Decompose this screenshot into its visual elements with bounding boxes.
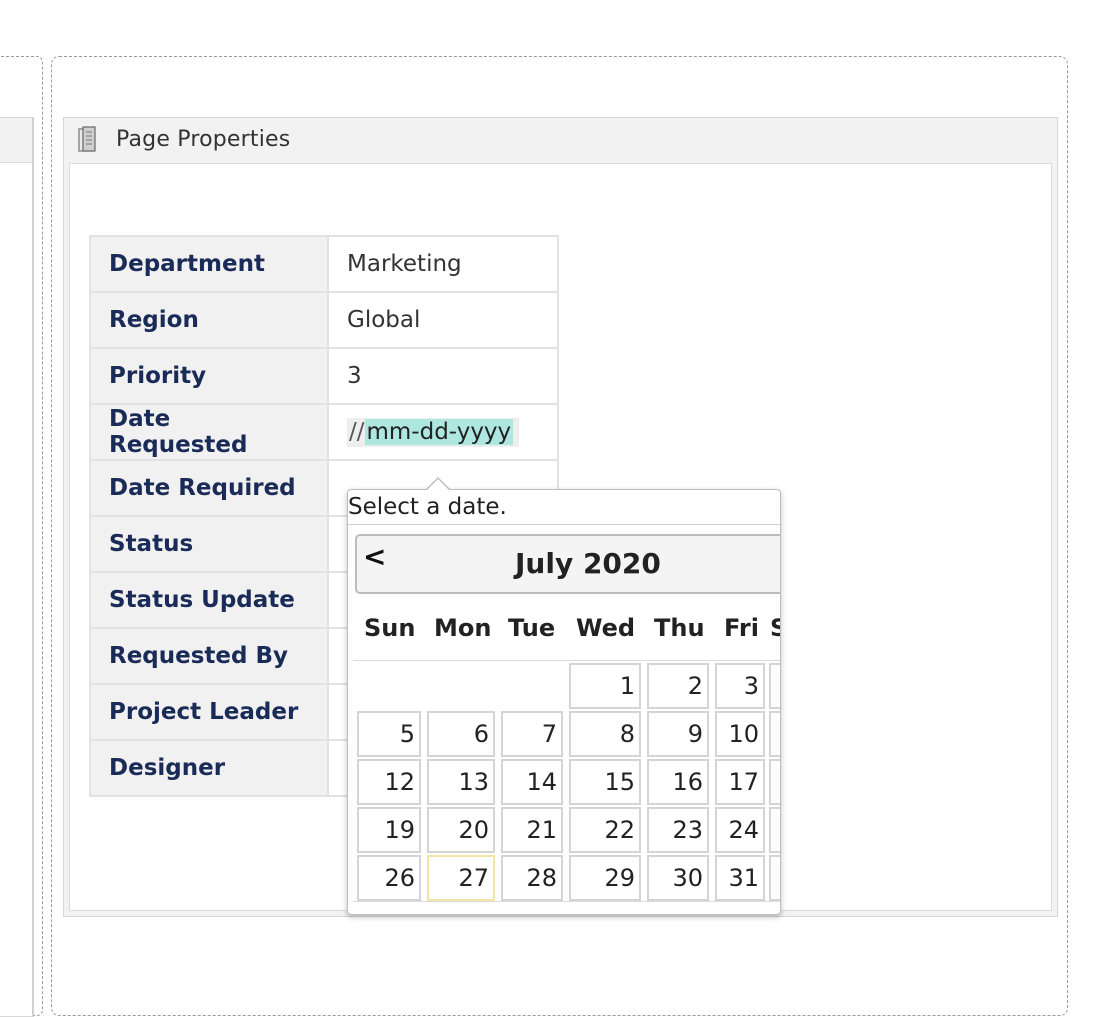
calendar-day[interactable]: 29 [569,855,641,901]
calendar-day[interactable]: 27 [427,855,495,901]
property-key: Project Leader [89,683,329,741]
calendar-month-label: July 2020 [515,547,661,580]
picker-divider [348,524,780,525]
weekday-label: Mon [434,614,492,642]
left-panel [0,117,34,1017]
calendar-day[interactable] [769,711,780,757]
property-key: Department [89,235,329,293]
calendar-day[interactable]: 8 [569,711,641,757]
property-key: Status Update [89,571,329,629]
previous-month-button[interactable]: < [363,540,386,573]
date-requested-input[interactable]: //mm-dd-yyyy [347,417,520,447]
calendar-day[interactable]: 15 [569,759,641,805]
calendar-day[interactable]: 16 [647,759,709,805]
property-key: Status [89,515,329,573]
calendar-day[interactable]: 13 [427,759,495,805]
picker-caption: Select a date. [348,494,507,520]
calendar-day[interactable]: 5 [357,711,421,757]
weekday-divider [353,660,780,661]
calendar-day[interactable]: 30 [647,855,709,901]
property-value: 3 [327,347,559,405]
property-key: Region [89,291,329,349]
property-value: Global [327,291,559,349]
date-input-mask: mm-dd-yyyy [364,418,514,445]
calendar-day[interactable]: 10 [715,711,765,757]
property-key: Designer [89,739,329,797]
property-row: Priority 3 [89,347,559,405]
date-input-prefix: // [349,418,365,445]
date-picker-popup: Select a date. < July 2020 Sun Mon Tue Wed T… [347,489,781,915]
calendar-day[interactable]: 3 [715,663,765,709]
calendar-day[interactable] [769,807,780,853]
calendar-day[interactable]: 31 [715,855,765,901]
picker-pointer-fill [427,479,449,490]
panel-title: Page Properties [116,127,291,152]
calendar-day[interactable] [769,759,780,805]
calendar-day[interactable]: 26 [357,855,421,901]
calendar-day[interactable] [769,663,780,709]
calendar-day[interactable]: 14 [501,759,563,805]
page-icon [78,126,96,152]
calendar-day[interactable]: 24 [715,807,765,853]
weekday-label: Thu [654,614,705,642]
calendar-day[interactable]: 17 [715,759,765,805]
weekday-label: Tue [508,614,556,642]
weekday-label: Wed [576,614,636,642]
calendar-day[interactable]: 12 [357,759,421,805]
weekday-label: S [770,614,780,642]
property-row: Region Global [89,291,559,349]
calendar-bottom-border [353,901,780,902]
property-key: Date Requested [89,403,329,461]
calendar-day[interactable]: 28 [501,855,563,901]
left-panel-header [0,118,32,163]
calendar-day[interactable] [769,855,780,901]
calendar-header: < July 2020 [355,534,780,594]
calendar-day[interactable]: 23 [647,807,709,853]
calendar-day[interactable]: 21 [501,807,563,853]
calendar-day[interactable]: 7 [501,711,563,757]
calendar-day[interactable]: 22 [569,807,641,853]
property-row: Date Requested //mm-dd-yyyy [89,403,559,461]
property-key: Priority [89,347,329,405]
calendar-day[interactable]: 2 [647,663,709,709]
property-key: Date Required [89,459,329,517]
weekday-label: Fri [724,614,759,642]
calendar-day[interactable]: 19 [357,807,421,853]
property-key: Requested By [89,627,329,685]
weekday-label: Sun [364,614,416,642]
calendar-day[interactable]: 1 [569,663,641,709]
property-value: //mm-dd-yyyy [327,403,559,461]
calendar-day[interactable]: 6 [427,711,495,757]
property-row: Department Marketing [89,235,559,293]
calendar-day[interactable]: 9 [647,711,709,757]
property-value: Marketing [327,235,559,293]
calendar-day[interactable]: 20 [427,807,495,853]
